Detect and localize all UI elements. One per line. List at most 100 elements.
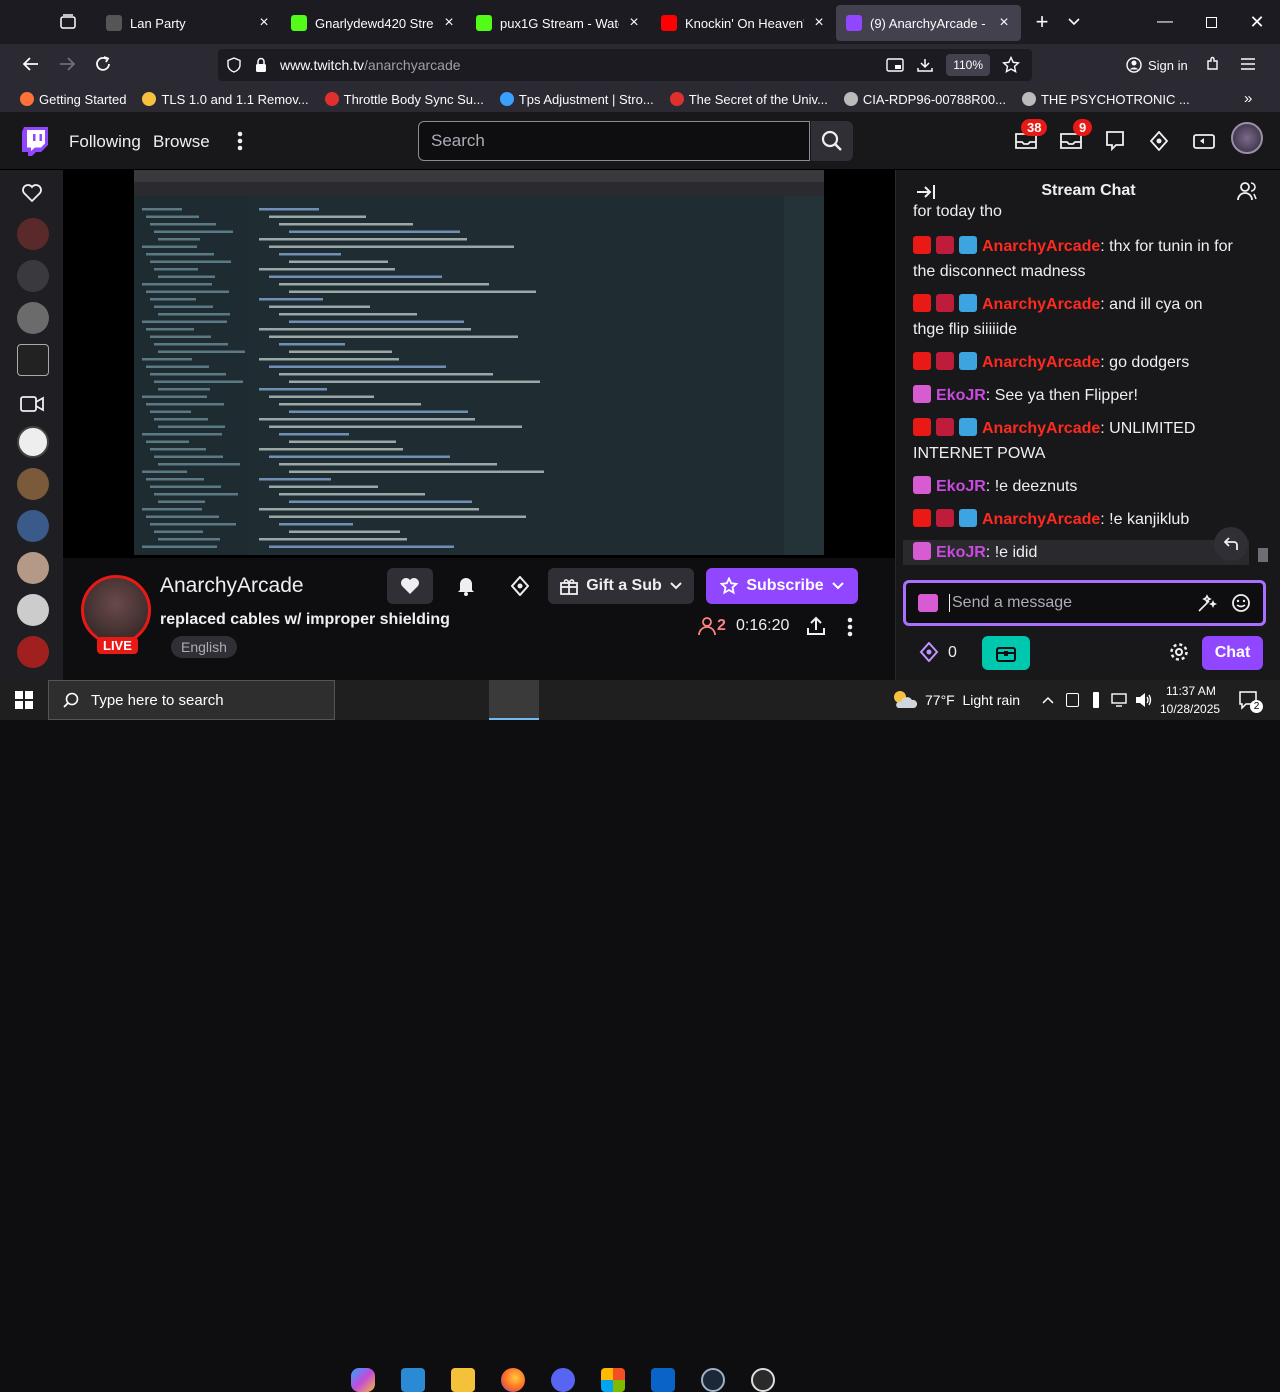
chat-message[interactable]: AnarchyArcade: go dodgers	[913, 350, 1233, 375]
network-icon[interactable]	[1111, 693, 1127, 707]
chat-username[interactable]: AnarchyArcade	[982, 238, 1100, 255]
chat-message[interactable]: AnarchyArcade: thx for tunin in for the …	[913, 234, 1233, 284]
chat-username[interactable]: EkoJR	[936, 544, 986, 561]
search-input[interactable]: Search	[418, 121, 810, 161]
channel-avatar[interactable]	[17, 594, 49, 626]
clock-date[interactable]: 10/28/2025	[1160, 702, 1220, 716]
crown-prime-icon[interactable]	[1150, 131, 1168, 151]
show-hidden-icons-chevron-icon[interactable]	[1042, 695, 1054, 705]
bookmark-item[interactable]: Throttle Body Sync Su...	[324, 92, 484, 107]
bookmark-item[interactable]: TLS 1.0 and 1.1 Remov...	[142, 92, 309, 107]
user-avatar[interactable]	[1231, 122, 1263, 154]
chat-scrollbar[interactable]	[1258, 218, 1268, 574]
new-tab-button[interactable]: +	[1027, 9, 1057, 35]
prime-crown-badge-icon[interactable]	[959, 294, 977, 312]
copilot-icon[interactable]	[351, 1368, 375, 1392]
prime-crown-badge-icon[interactable]	[959, 352, 977, 370]
channel-avatar[interactable]	[17, 302, 49, 334]
lock-icon[interactable]	[254, 57, 268, 73]
nav-browse[interactable]: Browse	[153, 132, 210, 152]
close-tab-icon[interactable]: ×	[627, 14, 641, 32]
twitch-logo-icon[interactable]	[21, 126, 49, 156]
discord-icon[interactable]	[551, 1368, 575, 1392]
channel-avatar[interactable]	[17, 426, 49, 458]
nav-following[interactable]: Following	[69, 132, 141, 152]
tray-app-icon[interactable]	[1066, 693, 1079, 707]
video-camera-icon[interactable]	[20, 396, 44, 412]
taskbar-firefox-active[interactable]	[489, 680, 539, 720]
forward-button[interactable]	[58, 55, 76, 73]
chat-message[interactable]: EkoJR: See ya then Flipper!	[913, 383, 1233, 408]
bonus-chest-button[interactable]	[982, 636, 1030, 670]
bookmark-star-icon[interactable]	[1002, 56, 1020, 74]
prime-crown-badge-icon[interactable]	[959, 418, 977, 436]
channel-avatar[interactable]	[17, 260, 49, 292]
emote-picker-icon[interactable]	[1231, 593, 1251, 613]
magic-wand-icon[interactable]	[1197, 593, 1217, 613]
browser-tab[interactable]: Knockin' On Heaven's D ×	[651, 5, 836, 41]
bookmarks-overflow-icon[interactable]: »	[1244, 90, 1252, 107]
app-menu-icon[interactable]	[1240, 57, 1256, 71]
channel-avatar[interactable]	[17, 510, 49, 542]
gift-sub-button[interactable]: Gift a Sub	[548, 568, 694, 604]
chat-bubble-icon[interactable]	[1106, 131, 1124, 151]
tab-list-icon[interactable]	[48, 13, 88, 31]
gifter-badge-icon[interactable]	[936, 294, 954, 312]
microsoft-store-icon[interactable]	[601, 1368, 625, 1392]
channel-avatar[interactable]	[17, 468, 49, 500]
maximize-button[interactable]	[1188, 16, 1234, 28]
channel-avatar[interactable]	[17, 218, 49, 250]
gifter-badge-icon[interactable]	[936, 236, 954, 254]
settings-gear-icon[interactable]	[1169, 642, 1189, 662]
chat-username[interactable]: AnarchyArcade	[982, 354, 1100, 371]
steam-icon[interactable]	[701, 1368, 725, 1392]
picture-in-picture-icon[interactable]	[886, 57, 904, 73]
channel-avatar[interactable]	[17, 552, 49, 584]
more-options-icon[interactable]	[236, 130, 244, 152]
share-icon[interactable]	[806, 616, 826, 636]
prime-crown-badge-icon[interactable]	[959, 236, 977, 254]
subscribe-button[interactable]: Subscribe	[706, 568, 858, 604]
shield-icon[interactable]	[226, 57, 242, 73]
bits-icon[interactable]	[1193, 132, 1215, 150]
chat-message[interactable]: EkoJR: !e deeznuts	[913, 474, 1233, 499]
chat-username[interactable]: AnarchyArcade	[982, 511, 1100, 528]
notifications-button[interactable]	[448, 568, 484, 604]
desktop-app-icon[interactable]	[401, 1368, 425, 1392]
channel-avatar[interactable]	[17, 636, 49, 668]
windows-start-icon[interactable]	[15, 691, 33, 709]
file-explorer-icon[interactable]	[451, 1368, 475, 1392]
chat-username[interactable]: EkoJR	[936, 478, 986, 495]
channel-avatar[interactable]	[17, 344, 49, 376]
gifter-badge-icon[interactable]	[936, 352, 954, 370]
clock-time[interactable]: 11:37 AM	[1166, 684, 1216, 698]
browser-tab[interactable]: (9) AnarchyArcade - Twi ×	[836, 5, 1021, 41]
usb-device-icon[interactable]	[1093, 692, 1099, 708]
broadcaster-badge-icon[interactable]	[913, 509, 931, 527]
subscriber-badge-icon[interactable]	[913, 476, 931, 494]
prime-crown-badge-icon[interactable]	[959, 509, 977, 527]
minimize-button[interactable]: —	[1142, 13, 1188, 31]
reply-button[interactable]	[1214, 527, 1248, 561]
chat-message[interactable]: AnarchyArcade: and ill cya on thge flip …	[913, 292, 1233, 342]
subscriber-badge-icon[interactable]	[913, 542, 931, 560]
subscriber-badge-icon[interactable]	[913, 385, 931, 403]
streamer-avatar[interactable]	[81, 575, 151, 645]
language-tag[interactable]: English	[171, 636, 237, 658]
bookmark-item[interactable]: Getting Started	[20, 92, 126, 107]
obs-icon[interactable]	[751, 1368, 775, 1392]
chat-message[interactable]: AnarchyArcade: UNLIMITED INTERNET POWA	[913, 416, 1233, 466]
close-tab-icon[interactable]: ×	[257, 14, 271, 32]
bookmark-item[interactable]: The Secret of the Univ...	[669, 92, 828, 107]
extensions-icon[interactable]	[1205, 56, 1221, 72]
browser-tab[interactable]: Gnarlydewd420 Stream ×	[281, 5, 466, 41]
weather-text[interactable]: 77°F Light rain	[925, 692, 1020, 708]
community-icon[interactable]	[1237, 181, 1257, 201]
close-tab-icon[interactable]: ×	[442, 14, 456, 32]
chat-username[interactable]: AnarchyArcade	[982, 296, 1100, 313]
mail-icon[interactable]	[651, 1368, 675, 1392]
close-tab-icon[interactable]: ×	[812, 14, 826, 32]
more-options-icon[interactable]	[846, 616, 854, 638]
save-to-pocket-icon[interactable]	[916, 57, 934, 73]
close-tab-icon[interactable]: ×	[997, 14, 1011, 32]
